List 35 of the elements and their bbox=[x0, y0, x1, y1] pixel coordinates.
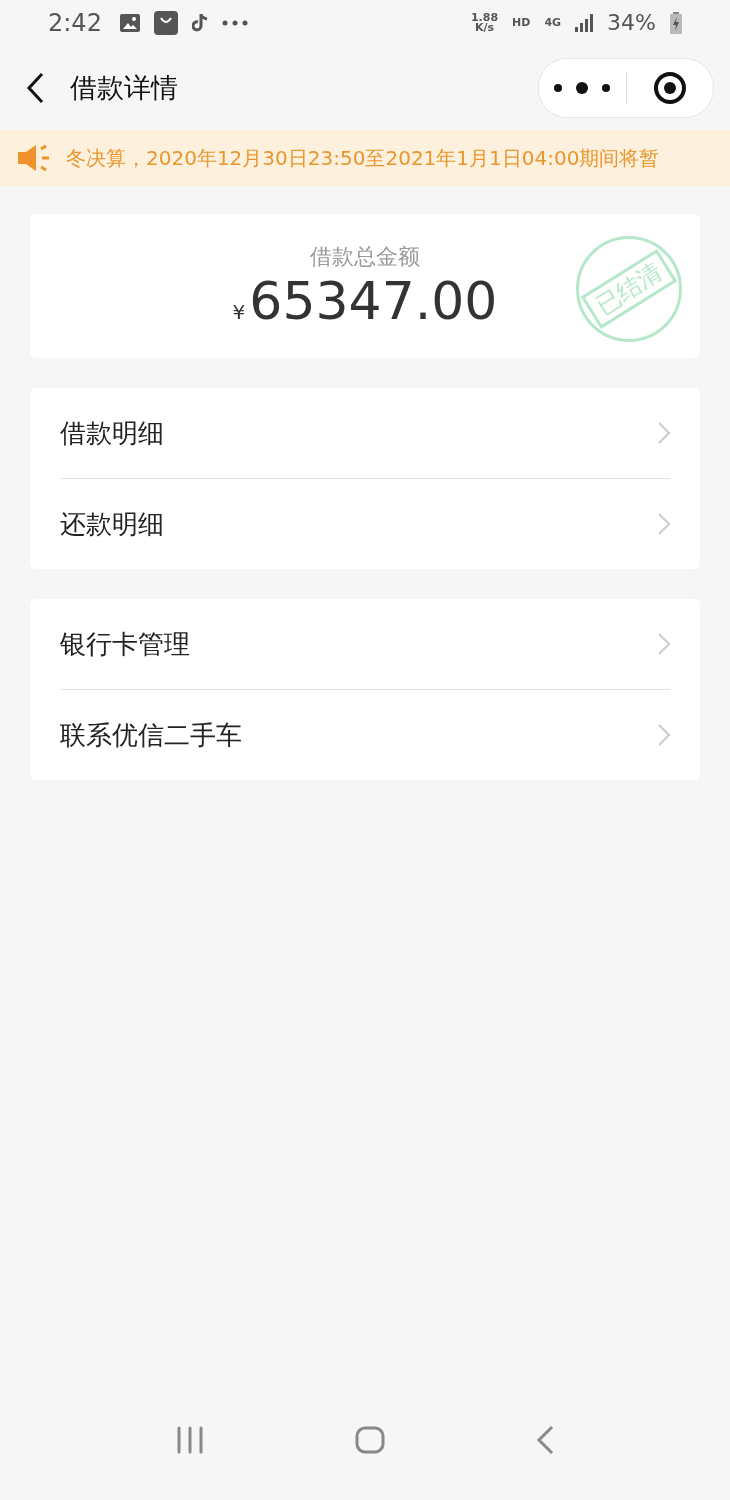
notice-text: 冬决算，2020年12月30日23:50至2021年1月1日04:00期间将暂 bbox=[66, 144, 660, 172]
loan-amount: 65347.00 bbox=[249, 272, 498, 330]
status-time: 2:42 bbox=[48, 8, 102, 37]
battery-icon bbox=[670, 11, 682, 34]
more-icon[interactable] bbox=[552, 81, 613, 94]
chevron-icon bbox=[658, 513, 670, 535]
chevron-icon bbox=[658, 724, 670, 746]
menu-item-label: 还款明细 bbox=[60, 507, 164, 541]
menu-item[interactable]: 银行卡管理 bbox=[60, 599, 670, 690]
menu-item[interactable]: 还款明细 bbox=[60, 479, 670, 569]
network-type: 4G bbox=[544, 16, 562, 29]
recent-apps-icon[interactable] bbox=[175, 1426, 204, 1454]
chevron-icon bbox=[658, 422, 670, 444]
speaker-icon bbox=[16, 143, 52, 173]
page-title: 借款详情 bbox=[70, 70, 178, 105]
more-icon bbox=[221, 19, 248, 26]
image-icon bbox=[119, 13, 140, 32]
hd-indicator: HD bbox=[512, 16, 531, 29]
back-icon[interactable] bbox=[26, 71, 44, 104]
music-note-icon bbox=[191, 12, 208, 33]
menu-item[interactable]: 借款明细 bbox=[60, 388, 670, 479]
menu-item[interactable]: 联系优信二手车 bbox=[60, 690, 670, 780]
stamp-text: 已结清 bbox=[580, 249, 678, 329]
amount-label: 借款总金额 bbox=[310, 243, 420, 271]
close-icon[interactable] bbox=[652, 70, 687, 105]
menu-item-label: 借款明细 bbox=[60, 416, 164, 450]
network-speed: 1.88 K/s bbox=[470, 12, 499, 33]
menu-item-label: 联系优信二手车 bbox=[60, 718, 242, 752]
shopping-bag-icon bbox=[153, 10, 178, 35]
home-icon[interactable] bbox=[355, 1426, 385, 1454]
signal-icon bbox=[575, 13, 594, 32]
chevron-icon bbox=[658, 633, 670, 655]
menu-item-label: 银行卡管理 bbox=[60, 627, 190, 661]
currency-symbol: ¥ bbox=[232, 300, 246, 324]
battery-level: 34% bbox=[607, 10, 656, 35]
